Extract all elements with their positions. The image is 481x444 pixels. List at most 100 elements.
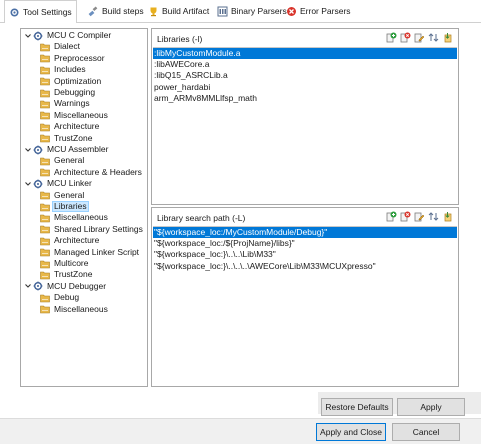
- chevron-down-icon[interactable]: [24, 180, 32, 188]
- search-path-list[interactable]: "${workspace_loc:/MyCustomModule/Debug}"…: [153, 226, 457, 385]
- tree-item[interactable]: Preprocessor: [40, 53, 107, 64]
- tree-item[interactable]: Architecture & Headers: [40, 167, 144, 178]
- delete-icon[interactable]: [400, 32, 411, 43]
- tree-item-label: Debugging: [54, 87, 96, 97]
- gear-icon: [33, 145, 43, 155]
- move-down-icon[interactable]: [442, 32, 453, 43]
- chevron-down-icon[interactable]: [24, 32, 32, 40]
- tree-item[interactable]: Managed Linker Script: [40, 247, 141, 258]
- tree-item[interactable]: General: [40, 155, 86, 166]
- libraries-title: Libraries (-l): [157, 34, 203, 44]
- folder-icon: [40, 99, 50, 109]
- move-up-icon[interactable]: [428, 32, 439, 43]
- folder-icon: [40, 293, 50, 303]
- tree-item[interactable]: Debug: [40, 292, 81, 303]
- tab-tool-settings[interactable]: Tool Settings: [4, 0, 77, 23]
- libraries-toolbar: [386, 32, 453, 43]
- folder-icon: [40, 110, 50, 120]
- folder-icon: [40, 42, 50, 52]
- tree-item-label: General: [54, 189, 85, 200]
- delete-icon[interactable]: [400, 211, 411, 222]
- tree-item-label: MCU C Compiler: [47, 30, 112, 40]
- tree-item[interactable]: Shared Library Settings: [40, 224, 145, 235]
- tree-item-label: TrustZone: [54, 269, 93, 280]
- add-icon[interactable]: [386, 32, 397, 43]
- folder-icon: [40, 259, 50, 269]
- tree-item-label: Warnings: [54, 98, 90, 109]
- tree-item[interactable]: Includes: [40, 64, 88, 75]
- tree-item-label: Architecture: [54, 235, 100, 246]
- tree-item[interactable]: Optimization: [40, 76, 103, 87]
- tree-item[interactable]: Dialect: [40, 41, 82, 52]
- tab-build-steps[interactable]: Build steps: [84, 0, 148, 22]
- tree-item[interactable]: Architecture: [40, 121, 101, 132]
- library-row[interactable]: :libAWECore.a: [153, 59, 457, 70]
- build-artifact-icon: [148, 6, 159, 17]
- tree-item-label: Preprocessor: [54, 52, 105, 63]
- library-row[interactable]: arm_ARMv8MMLlfsp_math: [153, 93, 457, 104]
- tree-item[interactable]: Warnings: [40, 98, 92, 109]
- tree-item[interactable]: Miscellaneous: [40, 304, 110, 315]
- folder-icon: [40, 65, 50, 75]
- folder-icon: [40, 156, 50, 166]
- move-up-icon[interactable]: [428, 211, 439, 222]
- library-row[interactable]: :libMyCustomModule.a: [153, 48, 457, 60]
- binary-parsers-icon: [217, 6, 228, 17]
- tree-item-label: Includes: [54, 64, 86, 75]
- tree-item[interactable]: TrustZone: [40, 269, 94, 280]
- tab-binary-parsers[interactable]: Binary Parsers: [213, 0, 291, 22]
- move-down-icon[interactable]: [442, 211, 453, 222]
- chevron-down-icon[interactable]: [24, 282, 32, 290]
- gear-icon: [33, 281, 43, 291]
- folder-icon: [40, 224, 50, 234]
- tree-item-label: Architecture & Headers: [54, 166, 142, 177]
- library-row[interactable]: :libQ15_ASRCLib.a: [153, 70, 457, 81]
- library-row[interactable]: power_hardabi: [153, 82, 457, 93]
- folder-icon: [40, 304, 50, 314]
- tree-item-label: Dialect: [54, 41, 80, 52]
- tree-category[interactable]: MCU Linker: [24, 178, 94, 189]
- tab-build-artifact[interactable]: Build Artifact: [144, 0, 213, 22]
- tree-item-label: Miscellaneous: [54, 212, 108, 223]
- apply-button[interactable]: Apply: [397, 398, 465, 416]
- cancel-button[interactable]: Cancel: [392, 423, 460, 441]
- gear-icon: [33, 31, 43, 41]
- search-path-row[interactable]: "${workspace_loc:/${ProjName}/libs}": [153, 238, 457, 249]
- tree-item-label: Shared Library Settings: [54, 223, 143, 234]
- folder-icon: [40, 167, 50, 177]
- tab-label: Build Artifact: [162, 6, 210, 16]
- tree-item-label: Managed Linker Script: [54, 246, 140, 257]
- search-path-row[interactable]: "${workspace_loc:}\..\..\Lib\M33": [153, 249, 457, 260]
- settings-tree[interactable]: MCU C Compiler Dialect Preprocessor Include…: [20, 28, 148, 387]
- apply-and-close-button[interactable]: Apply and Close: [316, 423, 386, 441]
- tree-item-label: Optimization: [54, 75, 102, 86]
- tree-item-label: TrustZone: [54, 132, 93, 143]
- edit-icon[interactable]: [414, 32, 425, 43]
- tree-category[interactable]: MCU Debugger: [24, 281, 108, 292]
- tree-item[interactable]: Miscellaneous: [40, 212, 110, 223]
- tree-item[interactable]: TrustZone: [40, 133, 94, 144]
- restore-defaults-button[interactable]: Restore Defaults: [321, 398, 393, 416]
- folder-icon: [40, 76, 50, 86]
- tree-item[interactable]: Multicore: [40, 258, 90, 269]
- tab-error-parsers[interactable]: Error Parsers: [282, 0, 355, 22]
- folder-icon: [40, 53, 50, 63]
- chevron-down-icon[interactable]: [24, 146, 32, 154]
- libraries-list[interactable]: :libMyCustomModule.a:libAWECore.a:libQ15…: [153, 47, 457, 203]
- tree-item[interactable]: Debugging: [40, 87, 97, 98]
- folder-icon: [40, 133, 50, 143]
- tree-item-label: Debug: [54, 292, 80, 303]
- tree-item[interactable]: General: [40, 190, 86, 201]
- tree-item-label: Miscellaneous: [54, 109, 108, 120]
- search-path-row[interactable]: "${workspace_loc:/MyCustomModule/Debug}": [153, 227, 457, 239]
- edit-icon[interactable]: [414, 211, 425, 222]
- tree-category[interactable]: MCU C Compiler: [24, 30, 113, 41]
- tree-item[interactable]: Architecture: [40, 235, 101, 246]
- search-path-row[interactable]: "${workspace_loc:}\..\..\..\AWECore\Lib\…: [153, 261, 457, 272]
- tree-category[interactable]: MCU Assembler: [24, 144, 110, 155]
- tree-item[interactable]: Miscellaneous: [40, 110, 110, 121]
- tree-item[interactable]: Libraries: [40, 201, 89, 213]
- add-icon[interactable]: [386, 211, 397, 222]
- tab-label: Tool Settings: [23, 7, 72, 17]
- tab-label: Binary Parsers: [231, 6, 287, 16]
